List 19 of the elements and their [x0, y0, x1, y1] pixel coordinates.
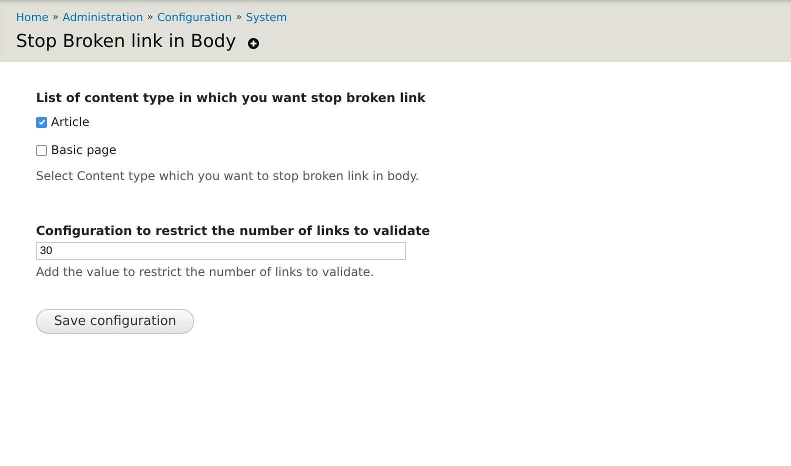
breadcrumb-link[interactable]: System	[246, 11, 287, 24]
breadcrumb-link[interactable]: Configuration	[157, 11, 232, 24]
checkbox[interactable]	[36, 116, 47, 128]
add-shortcut-icon[interactable]	[248, 38, 260, 49]
checkbox-label[interactable]: Article	[51, 115, 90, 129]
breadcrumb-link[interactable]: Home	[16, 11, 48, 24]
checkbox-label[interactable]: Basic page	[51, 143, 117, 157]
page-title: Stop Broken link in Body	[16, 31, 236, 52]
checkbox[interactable]	[36, 144, 47, 156]
input-field[interactable]: 30	[36, 242, 406, 260]
breadcrumb-separator: »	[147, 12, 154, 23]
field-label: List of content type in which you want stop broken link	[36, 90, 426, 105]
breadcrumb-separator: »	[52, 12, 59, 23]
breadcrumb-link[interactable]: Administration	[62, 11, 144, 24]
breadcrumb-separator: »	[236, 12, 242, 23]
save-button[interactable]: Save configuration	[36, 309, 194, 334]
field-description: Add the value to restrict the number of links to validate.	[36, 265, 376, 279]
field-description: Select Content type which you want to stop broken link in body.	[36, 169, 420, 183]
field-label: Configuration to restrict the number of links to validate	[36, 223, 431, 238]
